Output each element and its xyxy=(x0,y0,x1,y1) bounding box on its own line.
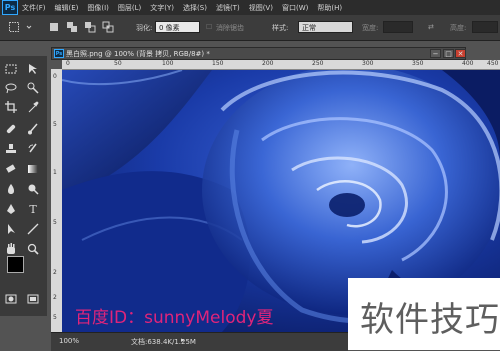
quick-mask-icon[interactable] xyxy=(3,292,19,306)
ruler-tick-label: 0 xyxy=(53,73,57,80)
ruler-tick-label: 300 xyxy=(362,60,374,67)
eraser-tool-icon[interactable] xyxy=(3,162,19,176)
dodge-tool-icon[interactable] xyxy=(25,182,41,196)
menu-layer[interactable]: 图层(L) xyxy=(118,3,141,13)
menu-file[interactable]: 文件(F) xyxy=(22,3,46,13)
eyedropper-tool-icon[interactable] xyxy=(25,100,41,114)
marquee-tool-icon[interactable] xyxy=(3,62,19,76)
move-tool-icon[interactable] xyxy=(25,62,41,76)
lasso-tool-icon[interactable] xyxy=(3,81,19,95)
maximize-button[interactable]: □ xyxy=(443,49,454,58)
ruler-tick-label: 5 xyxy=(53,121,57,128)
screen-mode-icon[interactable] xyxy=(25,292,41,306)
zoom-tool-icon[interactable] xyxy=(25,242,41,256)
document-size-info[interactable]: 文档:638.4K/1.25M xyxy=(131,337,196,347)
close-button[interactable]: ✕ xyxy=(455,49,466,58)
watermark-panel: 软件技巧 xyxy=(348,278,500,350)
ruler-tick-label: 1 xyxy=(53,169,57,176)
intersect-selection-icon[interactable] xyxy=(102,21,114,33)
zoom-level[interactable]: 100% xyxy=(59,337,79,345)
ruler-tick-label: 150 xyxy=(212,60,224,67)
minimize-button[interactable]: − xyxy=(430,49,441,58)
ruler-tick-label: 100 xyxy=(162,60,174,67)
style-select[interactable]: 正常 xyxy=(298,21,353,33)
blur-tool-icon[interactable] xyxy=(3,182,19,196)
height-input[interactable] xyxy=(472,21,498,33)
brush-tool-icon[interactable] xyxy=(25,122,41,136)
document-ps-icon: Ps xyxy=(54,49,64,58)
photoshop-logo: Ps xyxy=(2,0,18,15)
type-tool-icon[interactable]: T xyxy=(25,202,41,216)
foreground-color-swatch[interactable] xyxy=(7,256,24,273)
clone-stamp-tool-icon[interactable] xyxy=(3,142,19,156)
width-input[interactable] xyxy=(383,21,413,33)
ruler-tick-label: 50 xyxy=(114,60,122,67)
options-bar: 羽化: 0 像素 ☐ 消除锯齿 样式: 正常 宽度: ⇄ 高度: xyxy=(0,15,500,41)
style-label: 样式: xyxy=(272,24,289,32)
history-brush-tool-icon[interactable] xyxy=(25,142,41,156)
menu-filter[interactable]: 滤镜(T) xyxy=(216,3,240,13)
new-selection-icon[interactable] xyxy=(48,21,60,33)
ruler-tick-label: 450 xyxy=(487,60,499,67)
ruler-tick-label: 2 xyxy=(53,269,57,276)
status-bar: 100% 文档:638.4K/1.25M ▸ xyxy=(51,332,348,351)
status-menu-arrow-icon[interactable]: ▸ xyxy=(181,336,185,344)
ruler-tick-label: 400 xyxy=(462,60,474,67)
feather-label: 羽化: xyxy=(136,24,153,32)
antialias-label: 消除锯齿 xyxy=(216,24,244,32)
antialias-checkbox[interactable]: ☐ xyxy=(206,23,212,31)
document-title-bar: Ps 黑白照.png @ 100% (背景 拷贝, RGB/8#) * − □ … xyxy=(51,47,466,60)
rect-marquee-icon[interactable] xyxy=(8,21,20,33)
ruler-tick-label: 200 xyxy=(262,60,274,67)
menu-select[interactable]: 选择(S) xyxy=(183,3,207,13)
ruler-tick-label: 2 xyxy=(53,294,57,301)
subtract-selection-icon[interactable] xyxy=(84,21,96,33)
menu-view[interactable]: 视图(V) xyxy=(249,3,273,13)
menu-edit[interactable]: 编辑(E) xyxy=(55,3,79,13)
menu-bar: Ps 文件(F) 编辑(E) 图像(I) 图层(L) 文字(Y) 选择(S) 滤… xyxy=(0,0,500,15)
ruler-tick-label: 350 xyxy=(412,60,424,67)
path-selection-tool-icon[interactable] xyxy=(3,222,19,236)
chevron-down-icon[interactable] xyxy=(26,21,32,33)
crop-tool-icon[interactable] xyxy=(3,100,19,114)
document-title: 黑白照.png @ 100% (背景 拷贝, RGB/8#) * xyxy=(66,50,210,58)
menu-help[interactable]: 帮助(H) xyxy=(317,3,342,13)
gradient-tool-icon[interactable] xyxy=(25,162,41,176)
width-label: 宽度: xyxy=(362,24,379,32)
hand-tool-icon[interactable] xyxy=(3,242,19,256)
add-selection-icon[interactable] xyxy=(66,21,78,33)
ruler-tick-label: 5 xyxy=(53,314,57,321)
quick-select-tool-icon[interactable] xyxy=(25,81,41,95)
height-label: 高度: xyxy=(450,24,467,32)
menu-type[interactable]: 文字(Y) xyxy=(150,3,174,13)
pen-tool-icon[interactable] xyxy=(3,202,19,216)
menu-window[interactable]: 窗口(W) xyxy=(282,3,308,13)
toolbox: T xyxy=(0,56,47,316)
healing-brush-tool-icon[interactable] xyxy=(3,122,19,136)
menu-image[interactable]: 图像(I) xyxy=(87,3,109,13)
line-tool-icon[interactable] xyxy=(25,222,41,236)
feather-input[interactable]: 0 像素 xyxy=(155,21,200,33)
watermark-baidu-id: 百度ID：sunnyMelody夏 xyxy=(75,308,274,328)
swap-icon[interactable]: ⇄ xyxy=(428,23,434,31)
ruler-tick-label: 250 xyxy=(312,60,324,67)
ruler-horizontal: 0 50 100 150 200 250 300 350 400 450 xyxy=(62,60,500,70)
watermark-software-tips: 软件技巧 xyxy=(360,300,500,340)
ruler-tick-label: 5 xyxy=(53,219,57,226)
ruler-tick-label: 0 xyxy=(66,60,70,67)
